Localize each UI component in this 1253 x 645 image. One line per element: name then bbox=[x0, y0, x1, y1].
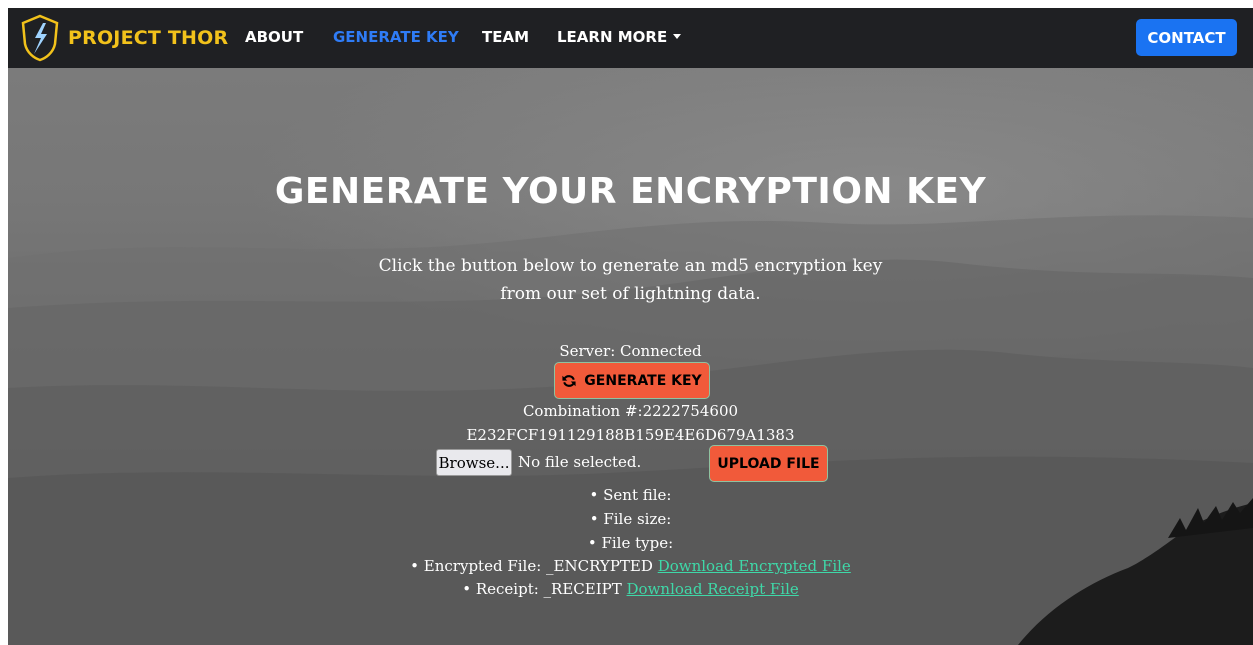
contact-button[interactable]: CONTACT bbox=[1136, 19, 1237, 56]
top-navbar: PROJECT THOR ABOUT GENERATE KEY TEAM LEA… bbox=[8, 8, 1253, 68]
page-frame: PROJECT THOR ABOUT GENERATE KEY TEAM LEA… bbox=[8, 8, 1253, 645]
receipt-label: Receipt: _RECEIPT bbox=[462, 580, 622, 598]
nav-link-about[interactable]: ABOUT bbox=[245, 28, 303, 46]
server-status: Server: Connected bbox=[559, 342, 702, 360]
nav-link-generate-key[interactable]: GENERATE KEY bbox=[333, 28, 459, 46]
download-encrypted-link[interactable]: Download Encrypted File bbox=[658, 557, 851, 575]
file-size-item: File size: bbox=[8, 510, 1253, 528]
page-description: Click the button below to generate an md… bbox=[378, 256, 883, 304]
file-type-item: File type: bbox=[8, 534, 1253, 552]
combination-number: Combination #:2222754600 bbox=[522, 402, 739, 420]
encrypted-file-label: Encrypted File: _ENCRYPTED bbox=[410, 557, 653, 575]
brand-name: PROJECT THOR bbox=[68, 27, 229, 49]
nav-dropdown-label: LEARN MORE bbox=[557, 28, 668, 46]
page-title: GENERATE YOUR ENCRYPTION KEY bbox=[274, 171, 987, 212]
receipt-item: Receipt: _RECEIPT Download Receipt File bbox=[8, 580, 1253, 598]
download-receipt-link[interactable]: Download Receipt File bbox=[627, 580, 799, 598]
file-status: No file selected. bbox=[518, 453, 642, 471]
sent-file-item: Sent file: bbox=[8, 486, 1253, 504]
browse-file-button[interactable]: Browse... bbox=[436, 449, 512, 476]
generate-key-button[interactable]: GENERATE KEY bbox=[554, 362, 710, 399]
encryption-key: E232FCF191129188B159E4E6D679A1383 bbox=[466, 426, 795, 444]
generate-key-label: GENERATE KEY bbox=[584, 372, 702, 389]
thor-shield-logo-icon bbox=[21, 14, 59, 62]
caret-down-icon bbox=[673, 34, 682, 39]
refresh-icon bbox=[562, 374, 576, 387]
encrypted-file-item: Encrypted File: _ENCRYPTED Download Encr… bbox=[8, 557, 1253, 575]
upload-file-button[interactable]: UPLOAD FILE bbox=[709, 445, 828, 482]
nav-link-team[interactable]: TEAM bbox=[482, 28, 529, 46]
nav-dropdown-learn-more[interactable]: LEARN MORE bbox=[557, 28, 682, 46]
brand[interactable]: PROJECT THOR bbox=[20, 13, 228, 63]
